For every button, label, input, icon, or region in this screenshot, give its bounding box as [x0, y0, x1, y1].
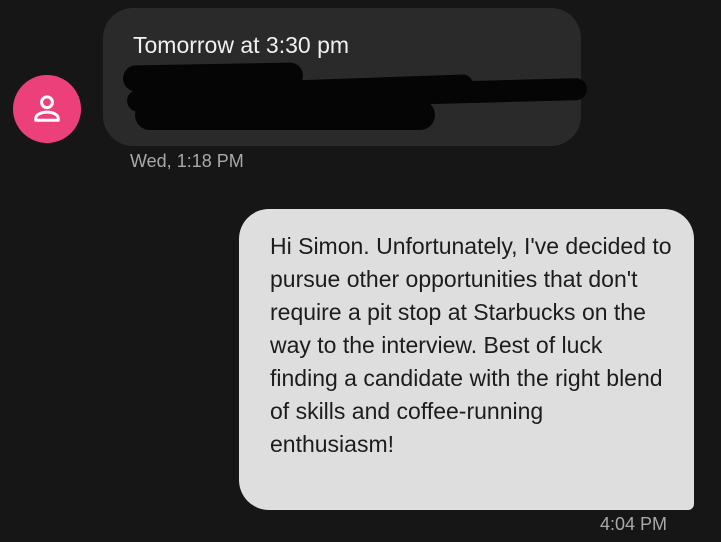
contact-avatar[interactable] [13, 75, 81, 143]
redaction-mark [135, 100, 435, 130]
outgoing-message-bubble[interactable]: Hi Simon. Unfortunately, I've decided to… [239, 209, 694, 510]
outgoing-message-text: Hi Simon. Unfortunately, I've decided to… [270, 233, 672, 457]
person-icon [34, 95, 60, 122]
outgoing-message-timestamp: 4:04 PM [599, 514, 667, 534]
incoming-message-text: Tomorrow at 3:30 pm [133, 32, 350, 58]
incoming-message-bubble[interactable]: Tomorrow at 3:30 pm [103, 8, 588, 146]
incoming-message-timestamp: Wed, 1:18 PM [130, 151, 244, 171]
message-thread: Tomorrow at 3:30 pm Wed, 1:18 PM Hi Simo… [0, 0, 721, 542]
